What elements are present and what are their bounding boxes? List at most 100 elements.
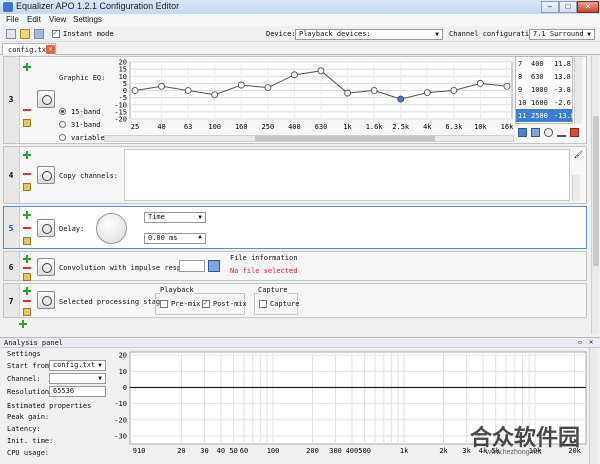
close-panel-icon[interactable]: ✕	[589, 338, 593, 346]
main-scrollbar[interactable]	[591, 56, 599, 334]
watermark-text: 合众软件园	[470, 425, 581, 450]
load-icon[interactable]	[518, 128, 527, 137]
init-time-label: Init. time:	[7, 437, 54, 445]
eq-x-tick: 100	[208, 123, 221, 131]
radio-variable[interactable]	[59, 134, 66, 141]
graphic-eq-panel: 3 Graphic EQ: 15-band 31-band variable 2…	[3, 56, 587, 144]
edit-filter-icon[interactable]	[23, 183, 31, 191]
postmix-checkbox[interactable]	[202, 298, 210, 308]
eq-band-handle	[503, 82, 511, 90]
remove-filter-icon[interactable]	[23, 227, 31, 229]
eq-table-row[interactable]: 9 1000 -3.8	[516, 83, 572, 96]
eq-band-handle	[477, 79, 484, 87]
analysis-x-tick: 500	[358, 447, 371, 455]
device-select[interactable]: Playback devices: ▼	[295, 29, 443, 40]
premix-checkbox[interactable]	[160, 300, 168, 308]
open-file-icon[interactable]	[20, 29, 30, 39]
menu-settings[interactable]: Settings	[73, 15, 102, 24]
power-toggle-icon[interactable]	[37, 219, 55, 237]
radio-15-band[interactable]	[59, 108, 66, 115]
device-label: Device:	[266, 30, 296, 38]
menu-bar: File Edit View Settings	[0, 14, 600, 26]
resolution-field[interactable]: 65536	[49, 386, 106, 397]
save-file-icon[interactable]	[34, 29, 44, 39]
eq-horizontal-scrollbar[interactable]	[104, 135, 514, 142]
filter-number: 6	[8, 263, 14, 272]
scrollbar-thumb[interactable]	[255, 136, 435, 141]
filter-label: Delay:	[59, 225, 85, 233]
menu-edit[interactable]: Edit	[27, 15, 41, 24]
instant-mode-checkbox[interactable]	[52, 28, 60, 38]
add-filter-icon[interactable]	[23, 255, 31, 263]
toolbar: Instant mode Device: Playback devices: ▼…	[0, 26, 600, 42]
eq-table-row[interactable]: 10 1600 -2.6	[516, 96, 572, 109]
delay-value-spinbox[interactable]: 0.00 ms ▲	[144, 233, 206, 244]
close-button[interactable]: ✕	[577, 1, 599, 13]
analysis-x-tick: 30	[200, 447, 208, 455]
brush-icon[interactable]: 🖌	[574, 151, 583, 163]
channel-select[interactable]: ▼	[49, 373, 106, 384]
menu-file[interactable]: File	[6, 15, 19, 24]
power-toggle-icon[interactable]	[37, 90, 55, 108]
scrollbar-thumb[interactable]	[593, 116, 599, 266]
power-toggle-icon[interactable]	[37, 258, 55, 276]
analysis-x-tick: 200	[306, 447, 319, 455]
copy-channels-matrix[interactable]	[124, 149, 570, 201]
close-tab-icon[interactable]: ✕	[46, 45, 55, 54]
power-toggle-icon[interactable]	[37, 291, 55, 309]
browse-file-icon[interactable]	[208, 260, 220, 272]
graphic-eq-chart[interactable]: 20151050-5-10-15-2025 40 63 100 160 250 400 630…	[104, 57, 516, 143]
flatten-icon[interactable]	[557, 128, 566, 137]
remove-filter-icon[interactable]	[23, 300, 31, 302]
menu-view[interactable]: View	[49, 15, 66, 24]
eq-band-handle	[184, 87, 192, 94]
delay-unit-select[interactable]: Time ▼	[144, 212, 206, 223]
eq-table-row[interactable]: 11 2500 -13.8	[516, 109, 575, 122]
undock-icon[interactable]: ▫	[578, 338, 582, 346]
curve-icon[interactable]	[544, 128, 553, 137]
edit-filter-icon[interactable]	[23, 273, 31, 281]
eq-band-table[interactable]: 7 400 11.8 8 630 13.8 9 1000 -3.8 10 1600 -2.6 11 250…	[515, 56, 575, 124]
capture-checkbox[interactable]	[259, 300, 267, 308]
save-icon[interactable]	[531, 128, 540, 137]
edit-filter-icon[interactable]	[23, 237, 31, 245]
remove-filter-icon[interactable]	[23, 109, 31, 111]
title-bar: Equalizer APO 1.2.1 Configuration Editor…	[0, 0, 600, 14]
capture-label: Capture	[270, 300, 300, 308]
add-filter-icon[interactable]	[23, 287, 31, 295]
analysis-y-tick: 10	[119, 368, 127, 376]
eq-table-row[interactable]: 8 630 13.8	[516, 70, 572, 83]
spin-up-icon[interactable]: ▲	[196, 233, 204, 241]
analysis-scrollbar[interactable]	[589, 348, 597, 464]
maximize-button[interactable]: □	[559, 1, 577, 13]
edit-filter-icon[interactable]	[23, 119, 31, 127]
eq-table-tools	[516, 127, 582, 139]
reset-icon[interactable]	[570, 128, 579, 137]
impulse-file-field[interactable]	[179, 260, 205, 272]
eq-band-handle	[450, 87, 458, 94]
app-icon	[3, 2, 13, 12]
filter-label: Copy channels:	[59, 172, 119, 180]
start-from-select[interactable]: config.txt ▼	[49, 360, 106, 371]
add-filter-icon[interactable]	[23, 211, 31, 219]
power-toggle-icon[interactable]	[37, 166, 55, 184]
minimize-button[interactable]: –	[541, 1, 559, 13]
add-filter-bottom-icon[interactable]	[19, 320, 27, 328]
filter-number: 5	[8, 224, 14, 233]
chevron-down-icon: ▼	[98, 362, 102, 369]
eq-table-row[interactable]: 7 400 11.8	[516, 57, 572, 70]
remove-filter-icon[interactable]	[23, 267, 31, 269]
add-filter-icon[interactable]	[23, 151, 31, 159]
eq-table-scrollbar[interactable]	[574, 57, 582, 124]
channel-config-select[interactable]: 7.1 Surround ▼	[529, 29, 595, 40]
delay-knob[interactable]	[96, 213, 127, 244]
tab-config-txt[interactable]: config.txt ✕	[2, 43, 56, 55]
edit-filter-icon[interactable]	[23, 308, 31, 316]
analysis-y-tick: -20	[114, 416, 127, 424]
copy-scrollbar[interactable]	[572, 175, 580, 201]
new-file-icon[interactable]	[6, 29, 16, 39]
remove-filter-icon[interactable]	[23, 173, 31, 175]
eq-x-tick: 250	[262, 123, 275, 131]
add-filter-icon[interactable]	[23, 63, 31, 71]
radio-31-band[interactable]	[59, 121, 66, 128]
